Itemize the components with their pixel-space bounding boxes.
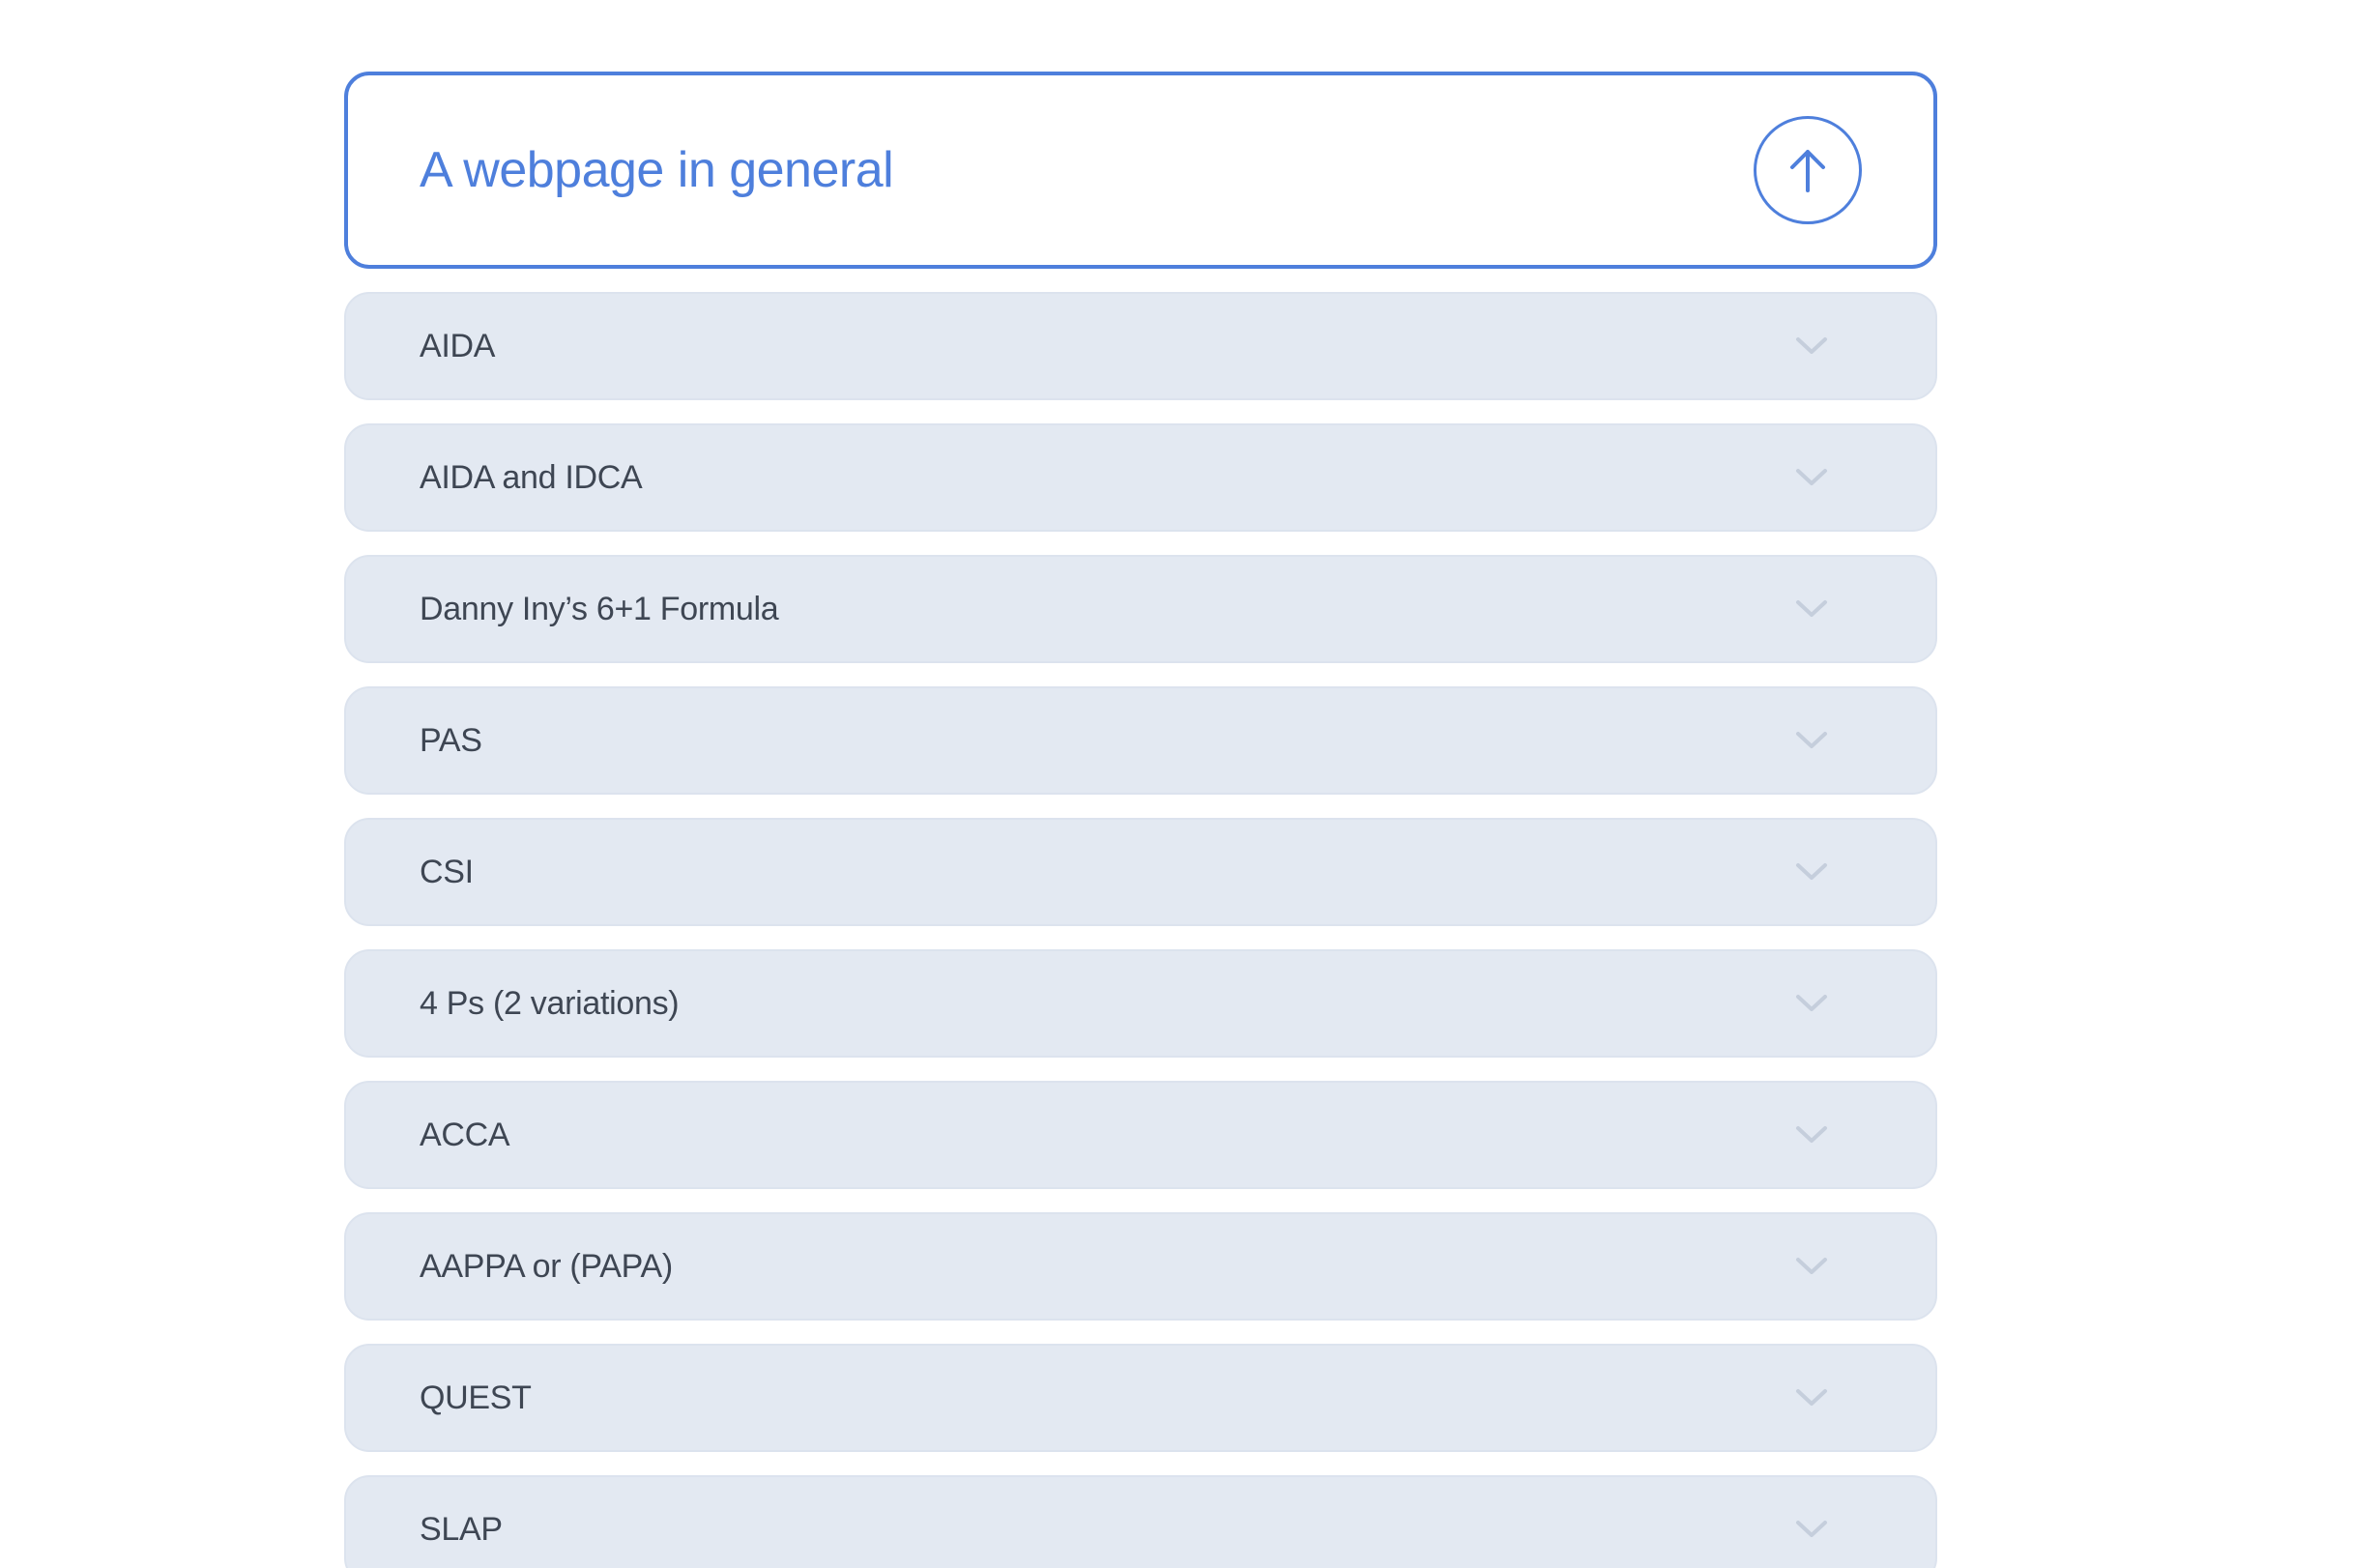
section-header[interactable]: A webpage in general <box>344 72 1937 269</box>
page: A webpage in general AIDA AIDA and IDCA … <box>0 0 2380 1568</box>
accordion-item-pas[interactable]: PAS <box>344 686 1937 795</box>
accordion-item-csi[interactable]: CSI <box>344 818 1937 926</box>
accordion-item-label: Danny Iny’s 6+1 Formula <box>420 590 779 627</box>
chevron-down-icon <box>1794 1256 1829 1277</box>
accordion-item-danny-iny[interactable]: Danny Iny’s 6+1 Formula <box>344 555 1937 663</box>
chevron-down-icon <box>1794 861 1829 883</box>
chevron-down-icon <box>1794 598 1829 620</box>
chevron-down-icon <box>1794 1387 1829 1408</box>
chevron-down-icon <box>1794 730 1829 751</box>
chevron-down-icon <box>1794 467 1829 488</box>
accordion-item-quest[interactable]: QUEST <box>344 1344 1937 1452</box>
collapse-button[interactable] <box>1754 116 1862 224</box>
accordion-item-aida-and-idca[interactable]: AIDA and IDCA <box>344 423 1937 532</box>
chevron-down-icon <box>1794 993 1829 1014</box>
accordion-item-aappa[interactable]: AAPPA or (PAPA) <box>344 1212 1937 1321</box>
accordion-item-4ps[interactable]: 4 Ps (2 variations) <box>344 949 1937 1058</box>
accordion-item-label: AIDA and IDCA <box>420 458 643 496</box>
arrow-up-icon <box>1790 150 1825 192</box>
accordion-item-acca[interactable]: ACCA <box>344 1081 1937 1189</box>
section-title: A webpage in general <box>420 142 894 198</box>
chevron-down-icon <box>1794 335 1829 357</box>
accordion-item-label: AAPPA or (PAPA) <box>420 1247 673 1285</box>
accordion-item-slap[interactable]: SLAP <box>344 1475 1937 1568</box>
chevron-down-icon <box>1794 1124 1829 1146</box>
accordion-item-aida[interactable]: AIDA <box>344 292 1937 400</box>
accordion-item-label: SLAP <box>420 1510 503 1548</box>
accordion-item-label: 4 Ps (2 variations) <box>420 984 680 1022</box>
accordion-item-label: PAS <box>420 721 482 759</box>
accordion-item-label: ACCA <box>420 1116 510 1153</box>
accordion-item-label: QUEST <box>420 1379 532 1416</box>
accordion-item-label: CSI <box>420 853 474 890</box>
chevron-down-icon <box>1794 1519 1829 1540</box>
accordion-item-label: AIDA <box>420 327 496 364</box>
accordion: A webpage in general AIDA AIDA and IDCA … <box>344 72 1937 1568</box>
